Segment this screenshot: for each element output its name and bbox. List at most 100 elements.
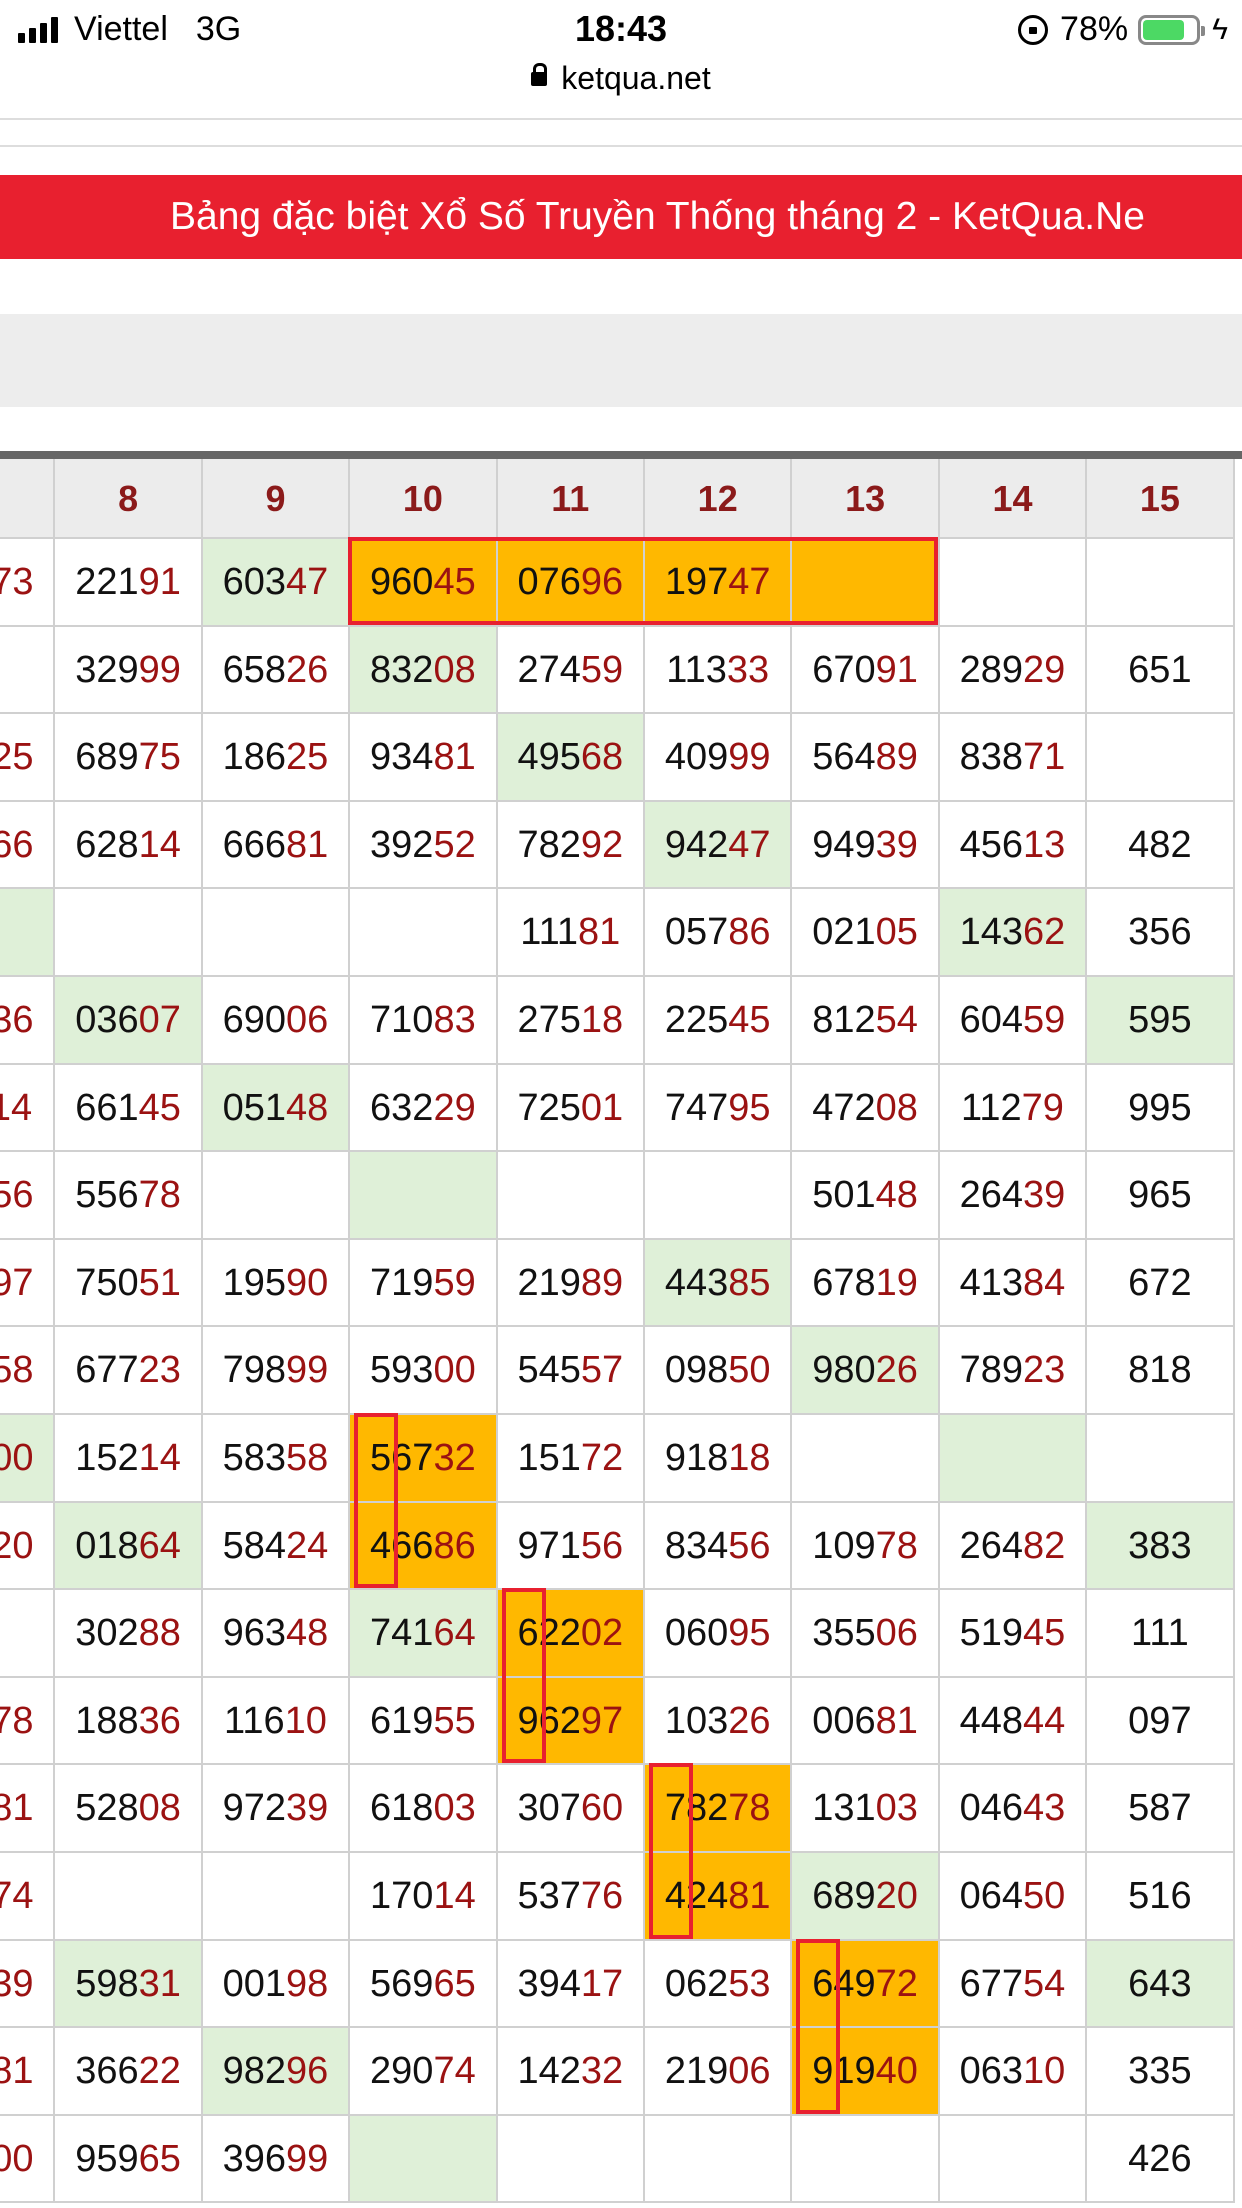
result-cell: 15214 (55, 1415, 203, 1503)
result-cell (1087, 714, 1235, 802)
status-bar: Viettel 3G 18:43 78% ϟ (0, 0, 1242, 60)
result-cell: 14362 (939, 889, 1088, 977)
result-cell: 42481 (645, 1853, 793, 1941)
result-cell: 58358 (202, 1415, 351, 1503)
charging-icon: ϟ (1212, 12, 1228, 46)
result-cell: 21989 (497, 1239, 645, 1328)
result-cell: 30288 (55, 1590, 203, 1678)
result-cell: 30760 (497, 1765, 645, 1853)
result-cell: 595 (1087, 977, 1235, 1065)
column-header: 13 (792, 459, 940, 539)
result-cell: 11181 (497, 889, 645, 977)
result-cell: 94247 (645, 801, 793, 890)
result-cell: 03607 (55, 977, 203, 1065)
result-cell: 04643 (939, 1765, 1088, 1853)
result-cell: 64972 (792, 1940, 940, 2029)
column-header: 10 (350, 459, 498, 539)
result-cell: 43758 (0, 1327, 56, 1415)
result-cell: 68920 (792, 1853, 940, 1941)
result-cell: 06095 (645, 1590, 793, 1678)
result-cell: 22545 (645, 977, 793, 1065)
column-header: 9 (202, 459, 351, 539)
result-cell: 56489 (792, 714, 940, 802)
result-cell: 00681 (792, 1677, 940, 1766)
result-cell: 83871 (939, 714, 1088, 802)
result-cell: 53776 (497, 1853, 645, 1941)
result-cell: 56965 (350, 1940, 498, 2029)
result-cell: 36622 (55, 2028, 203, 2116)
result-cell: 93481 (350, 714, 498, 802)
url-text[interactable]: ketqua.net (561, 60, 710, 96)
result-cell: 83208 (350, 626, 498, 715)
result-cell: 81254 (792, 977, 940, 1065)
toolbar-area (0, 314, 1242, 407)
result-cell: 61955 (350, 1677, 498, 1766)
result-cell: 78278 (645, 1765, 793, 1853)
result-cell (0, 626, 56, 715)
column-header: 11 (497, 459, 645, 539)
result-cell (202, 1152, 351, 1240)
result-cell (0, 1590, 56, 1678)
column-header: 14 (939, 459, 1088, 539)
result-cell (350, 1152, 498, 1240)
result-cell: 67091 (792, 626, 940, 715)
result-cell: 22191 (55, 539, 203, 627)
result-cell: 91818 (645, 1415, 793, 1503)
result-cell: 40999 (645, 714, 793, 802)
result-cell: 19590 (202, 1239, 351, 1328)
result-cell: 02105 (792, 889, 940, 977)
result-cell (1087, 1415, 1235, 1503)
result-cell: 35506 (792, 1590, 940, 1678)
result-cell: 69006 (202, 977, 351, 1065)
result-cell: 75051 (55, 1239, 203, 1328)
table-top-border (0, 451, 1242, 459)
rotation-lock-icon (1018, 14, 1049, 45)
result-cell (202, 889, 351, 977)
result-cell (792, 1415, 940, 1503)
result-cell: 98296 (202, 2028, 351, 2116)
result-cell: 29074 (350, 2028, 498, 2116)
result-cell: 335 (1087, 2028, 1235, 2116)
result-cell: 79899 (202, 1327, 351, 1415)
result-cell: 818 (1087, 1327, 1235, 1415)
result-cell: 96297 (497, 1677, 645, 1766)
result-cell: 14973 (0, 539, 56, 627)
result-cell: 18836 (55, 1677, 203, 1766)
result-cell: 62202 (497, 1590, 645, 1678)
result-cell: 62814 (55, 801, 203, 890)
result-cell: 49420 (0, 1502, 56, 1591)
result-cell: 96045 (350, 539, 498, 627)
result-cell: 97156 (497, 1502, 645, 1591)
result-cell: 05148 (202, 1064, 351, 1153)
result-cell: 72501 (497, 1064, 645, 1153)
result-cell: 11333 (645, 626, 793, 715)
result-cell: 30097 (0, 1239, 56, 1328)
result-cell (202, 1853, 351, 1941)
result-cell: 65826 (202, 626, 351, 715)
result-cell: 95965 (55, 2115, 203, 2204)
battery-percent: 78% (1060, 10, 1129, 48)
result-cell: 51945 (939, 1590, 1088, 1678)
result-cell: 74795 (645, 1064, 793, 1153)
result-cell (350, 889, 498, 977)
result-cell: 11279 (939, 1064, 1088, 1153)
result-cell (792, 2115, 940, 2204)
result-cell: 83456 (645, 1502, 793, 1591)
result-cell: 98026 (792, 1327, 940, 1415)
result-cell: 44385 (645, 1239, 793, 1328)
column-header: 8 (55, 459, 203, 539)
result-cell: 02200 (0, 2115, 56, 2204)
result-cell: 482 (1087, 801, 1235, 890)
result-cell (55, 889, 203, 977)
result-cell: 94939 (792, 801, 940, 890)
result-cell: 14232 (497, 2028, 645, 2116)
result-cell: 06253 (645, 1940, 793, 2029)
result-cell: 11610 (202, 1677, 351, 1766)
result-cell: 26439 (939, 1152, 1088, 1240)
url-bar[interactable]: ketqua.net (0, 60, 1242, 116)
result-cell: 78923 (939, 1327, 1088, 1415)
result-cell: 49281 (0, 2028, 56, 2116)
column-header: 12 (645, 459, 793, 539)
result-cell: 05786 (645, 889, 793, 977)
result-cell: 27459 (497, 626, 645, 715)
